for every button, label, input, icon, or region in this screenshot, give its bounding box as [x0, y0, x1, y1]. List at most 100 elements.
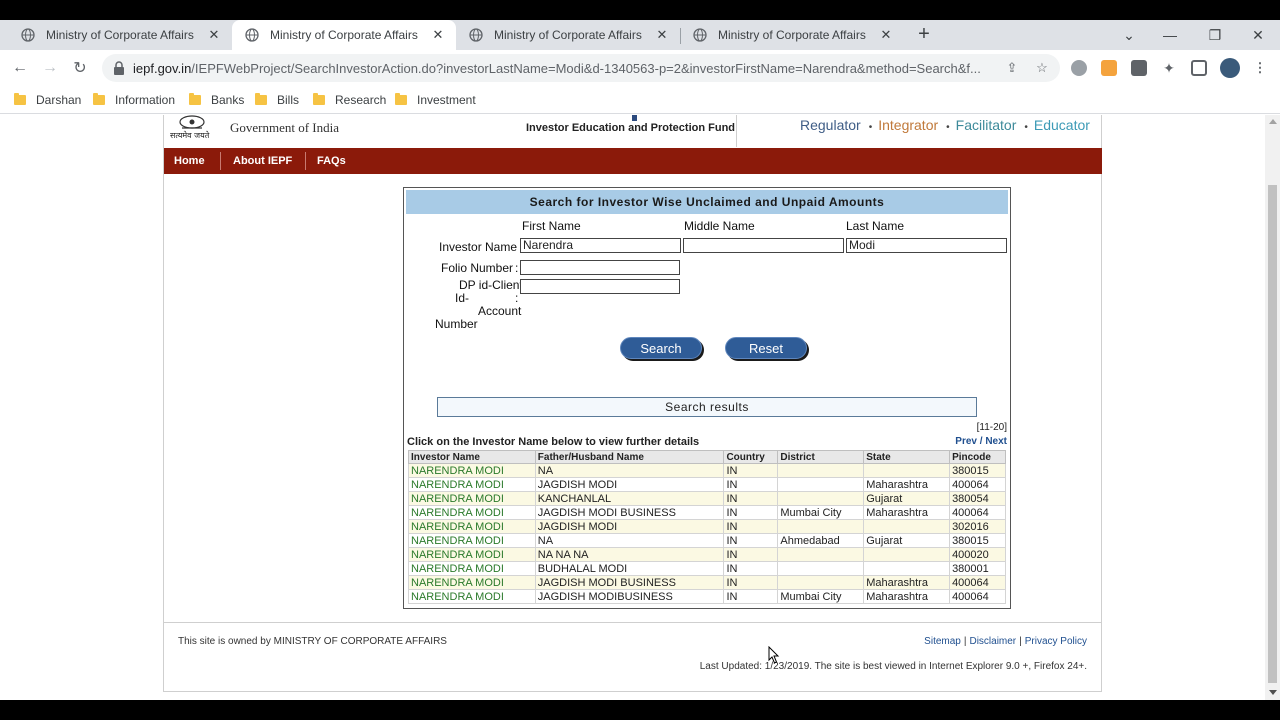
- last-name-input[interactable]: Modi: [846, 238, 1007, 253]
- tagline-dot: •: [868, 122, 873, 133]
- page-viewport: सत्यमेव जयते Government of India Investo…: [0, 115, 1265, 700]
- owner-prefix: This site is owned by: [178, 636, 274, 647]
- investor-name-link[interactable]: NARENDRA MODI: [408, 505, 536, 520]
- table-row: NARENDRA MODI NA IN Ahmedabad Gujarat 38…: [408, 533, 1006, 548]
- extension-grid-icon[interactable]: [1131, 60, 1147, 76]
- reset-button[interactable]: Reset: [725, 337, 807, 359]
- restore-icon[interactable]: ❐: [1193, 20, 1237, 50]
- tagline-facilitator: Facilitator: [955, 117, 1017, 133]
- table-row: NARENDRA MODI KANCHANLAL IN Gujarat 3800…: [408, 491, 1006, 506]
- district-cell: [777, 463, 865, 478]
- close-icon[interactable]: ✕: [654, 27, 670, 43]
- profile-avatar[interactable]: [1220, 58, 1240, 78]
- header-father-husband-name: Father/Husband Name: [534, 450, 725, 464]
- pincode-cell: 380054: [949, 491, 1006, 506]
- nav-home[interactable]: Home: [174, 148, 205, 174]
- district-cell: [777, 477, 865, 492]
- footer-link-separator: |: [1019, 636, 1022, 647]
- close-icon[interactable]: ✕: [878, 27, 894, 43]
- close-icon[interactable]: ✕: [430, 27, 446, 43]
- browser-tab[interactable]: Ministry of Corporate Affairs ✕: [456, 20, 680, 50]
- share-icon[interactable]: ⇪: [1004, 60, 1020, 76]
- minimize-icon[interactable]: —: [1148, 20, 1192, 50]
- rss-extension-icon[interactable]: [1101, 60, 1117, 76]
- forward-arrow-icon[interactable]: →: [38, 56, 62, 80]
- screen-bottom-bar: [0, 700, 1280, 720]
- globe-icon: [244, 27, 260, 43]
- country-cell: IN: [723, 533, 779, 548]
- browser-tab[interactable]: Ministry of Corporate Affairs ✕: [680, 20, 904, 50]
- investor-name-label: Investor Name :: [439, 240, 524, 254]
- investor-name-link[interactable]: NARENDRA MODI: [408, 533, 536, 548]
- tagline-dot: •: [1024, 122, 1028, 133]
- district-cell: [777, 519, 865, 534]
- folio-number-input[interactable]: [520, 260, 680, 275]
- browser-tab[interactable]: Ministry of Corporate Affairs ✕: [8, 20, 232, 50]
- search-button[interactable]: Search: [620, 337, 702, 359]
- pincode-cell: 400064: [949, 505, 1006, 520]
- puzzle-extensions-icon[interactable]: ✦: [1161, 60, 1177, 76]
- disclaimer-link[interactable]: Disclaimer: [969, 636, 1016, 647]
- dp-client-id-input[interactable]: [520, 279, 680, 294]
- window-close-icon[interactable]: ✕: [1236, 20, 1280, 50]
- side-panel-icon[interactable]: [1191, 60, 1207, 76]
- back-arrow-icon[interactable]: ←: [8, 56, 32, 80]
- page-scrollbar[interactable]: [1265, 115, 1280, 700]
- nav-separator: [305, 152, 306, 170]
- tab-search-chevron-icon[interactable]: ⌄: [1107, 20, 1151, 50]
- father-husband-cell: JAGDISH MODI: [534, 519, 725, 534]
- middle-name-input[interactable]: [683, 238, 844, 253]
- bookmark-banks[interactable]: Banks: [189, 91, 244, 109]
- browser-tab-strip: Ministry of Corporate Affairs ✕ Ministry…: [0, 20, 1280, 50]
- globe-icon: [20, 27, 36, 43]
- nav-faqs[interactable]: FAQs: [317, 148, 346, 174]
- sitemap-link[interactable]: Sitemap: [924, 636, 961, 647]
- footer-link-separator: |: [963, 636, 967, 647]
- scroll-up-arrow-icon[interactable]: [1269, 119, 1277, 124]
- emblem-motto: सत्यमेव जयते: [170, 131, 210, 140]
- header-district: District: [777, 450, 865, 464]
- url-text: iepf.gov.in/IEPFWebProject/SearchInvesto…: [133, 61, 993, 76]
- bookmark-darshan[interactable]: Darshan: [14, 91, 81, 109]
- address-bar[interactable]: iepf.gov.in/IEPFWebProject/SearchInvesto…: [102, 54, 1060, 82]
- browser-tab-active[interactable]: Ministry of Corporate Affairs ✕: [232, 20, 456, 50]
- father-husband-cell: JAGDISH MODI: [534, 477, 725, 492]
- investor-name-link[interactable]: NARENDRA MODI: [408, 519, 536, 534]
- reload-icon[interactable]: ↻: [68, 56, 92, 80]
- new-tab-plus-icon[interactable]: +: [914, 24, 934, 45]
- bookmark-bills[interactable]: Bills: [255, 91, 299, 109]
- privacy-policy-link[interactable]: Privacy Policy: [1025, 636, 1087, 647]
- first-name-input[interactable]: Narendra: [520, 238, 681, 253]
- investor-name-link[interactable]: NARENDRA MODI: [408, 561, 536, 576]
- tab-title: Ministry of Corporate Affairs: [270, 28, 418, 42]
- nav-about-iepf[interactable]: About IEPF: [233, 148, 292, 174]
- skype-extension-icon[interactable]: [1071, 60, 1087, 76]
- close-icon[interactable]: ✕: [206, 27, 222, 43]
- scroll-down-arrow-icon[interactable]: [1269, 690, 1277, 695]
- bookmark-label: Bills: [277, 93, 300, 107]
- bookmark-star-icon[interactable]: ☆: [1034, 60, 1050, 76]
- investor-name-link[interactable]: NARENDRA MODI: [408, 575, 536, 590]
- more-menu-icon[interactable]: ⋮: [1252, 60, 1268, 76]
- tagline-regulator: Regulator: [800, 117, 861, 133]
- scrollbar-thumb[interactable]: [1268, 185, 1277, 683]
- district-cell: Ahmedabad: [777, 533, 865, 548]
- bookmark-label: Information: [115, 93, 176, 107]
- investor-name-link[interactable]: NARENDRA MODI: [408, 477, 536, 492]
- prev-link[interactable]: Prev: [955, 436, 977, 447]
- father-husband-cell: NA: [534, 533, 725, 548]
- table-row: NARENDRA MODI JAGDISH MODI BUSINESS IN M…: [408, 505, 1006, 520]
- bookmark-research[interactable]: Research: [313, 91, 386, 109]
- investor-name-link[interactable]: NARENDRA MODI: [408, 547, 536, 562]
- investor-name-link[interactable]: NARENDRA MODI: [408, 491, 536, 506]
- state-cell: Maharashtra: [863, 575, 951, 590]
- bookmark-investment[interactable]: Investment: [395, 91, 476, 109]
- dp-id-label-line5: Number: [435, 317, 478, 331]
- investor-name-link[interactable]: NARENDRA MODI: [408, 589, 536, 604]
- pincode-cell: 380001: [949, 561, 1006, 576]
- tagline-integrator: Integrator: [878, 117, 939, 133]
- bookmark-information[interactable]: Information: [93, 91, 175, 109]
- investor-name-link[interactable]: NARENDRA MODI: [408, 463, 536, 478]
- screen-top-bar: [0, 0, 1280, 20]
- next-link[interactable]: Next: [985, 436, 1007, 447]
